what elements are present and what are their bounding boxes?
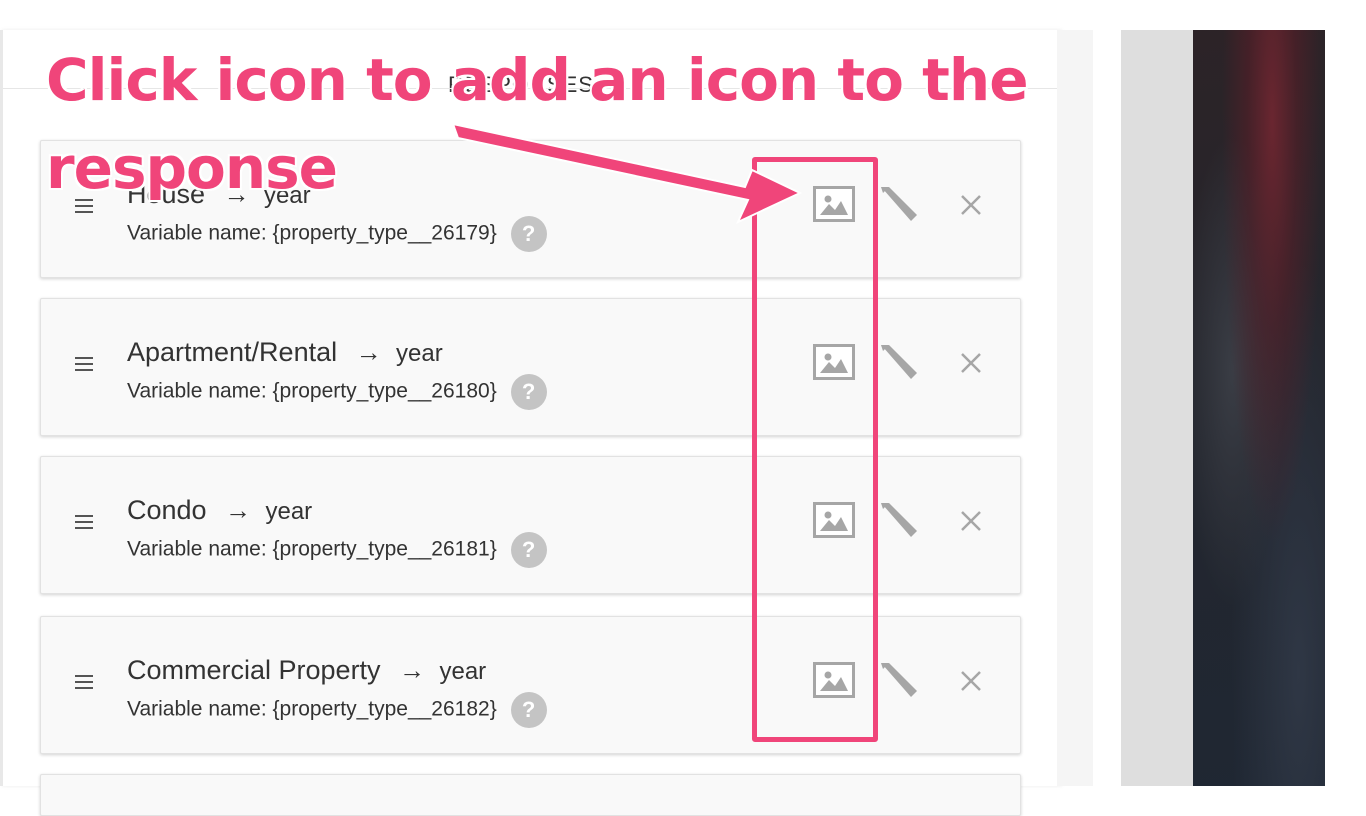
annotation-callout: Click icon to add an icon to the respons…	[46, 46, 1029, 202]
